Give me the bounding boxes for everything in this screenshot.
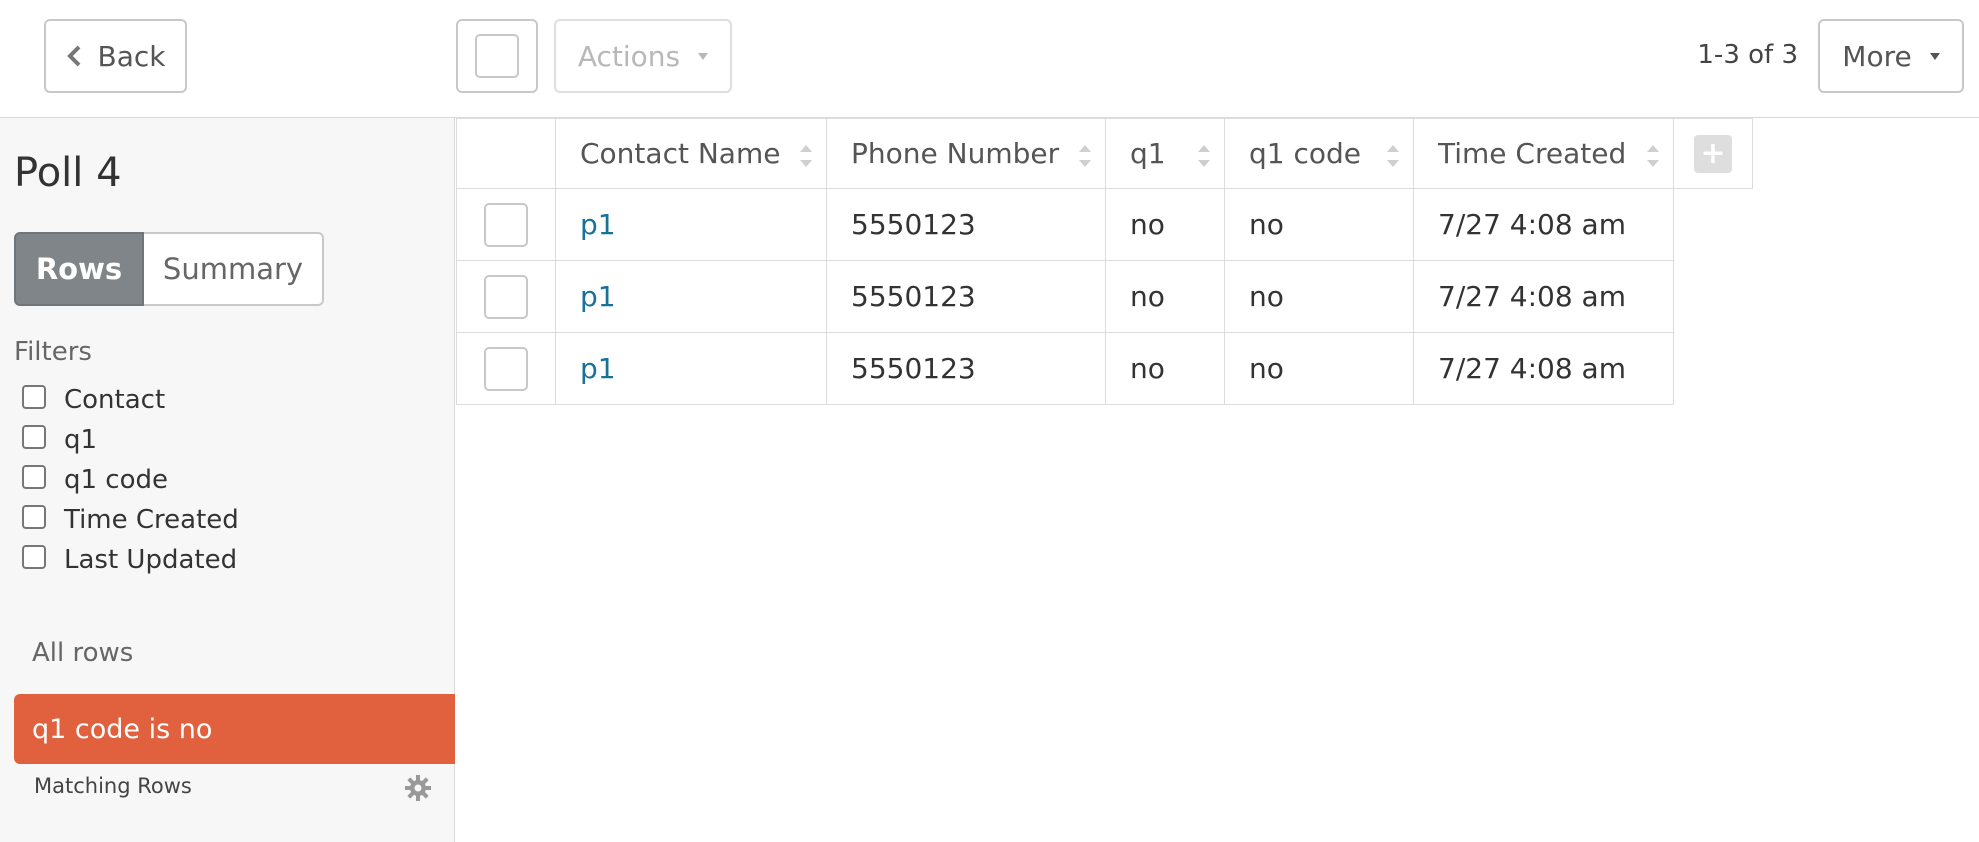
row-checkbox-cell bbox=[456, 332, 556, 405]
contact-link[interactable]: p1 bbox=[580, 280, 616, 313]
column-header-phone-number[interactable]: Phone Number bbox=[826, 118, 1106, 189]
tab-summary[interactable]: Summary bbox=[144, 232, 324, 306]
column-header-contact-name[interactable]: Contact Name bbox=[555, 118, 827, 189]
matching-rows-label: Matching Rows bbox=[34, 774, 192, 798]
caret-down-icon bbox=[1929, 52, 1940, 60]
row-checkbox[interactable] bbox=[484, 346, 528, 391]
cell-q1: no bbox=[1105, 260, 1225, 333]
cell-q1-code: no bbox=[1224, 260, 1414, 333]
contact-link[interactable]: p1 bbox=[580, 208, 616, 241]
cell-time-created: 7/27 4:08 am bbox=[1413, 188, 1674, 261]
cell-contact-name: p1 bbox=[555, 332, 827, 405]
filter-label: q1 code bbox=[64, 465, 169, 495]
sidebar: Poll 4 Rows Summary Filters Contact q1 q… bbox=[0, 118, 455, 842]
filter-checkbox[interactable] bbox=[22, 425, 46, 449]
filter-item-q1-code[interactable]: q1 code bbox=[22, 460, 239, 500]
empty-cell bbox=[1674, 333, 1753, 405]
chevron-left-icon bbox=[66, 45, 80, 67]
filter-label: Contact bbox=[64, 385, 166, 415]
cell-time-created: 7/27 4:08 am bbox=[1413, 332, 1674, 405]
filter-list: Contact q1 q1 code Time Created Last Upd… bbox=[22, 380, 239, 580]
header-checkbox-cell bbox=[456, 118, 556, 189]
cell-q1: no bbox=[1105, 188, 1225, 261]
sort-icon[interactable] bbox=[1077, 141, 1093, 171]
sort-icon[interactable] bbox=[1385, 141, 1401, 171]
view-toggle: Rows Summary bbox=[14, 232, 324, 306]
empty-cell bbox=[1674, 189, 1753, 261]
column-header-time-created[interactable]: Time Created bbox=[1413, 118, 1674, 189]
plus-icon[interactable]: + bbox=[1694, 134, 1732, 173]
column-header-label: Phone Number bbox=[851, 137, 1060, 170]
table-row: p1 5550123 no no 7/27 4:08 am bbox=[456, 260, 1753, 333]
cell-phone-number: 5550123 bbox=[826, 332, 1106, 405]
filter-label: q1 bbox=[64, 425, 98, 455]
column-header-label: Contact Name bbox=[580, 137, 781, 170]
filters-heading: Filters bbox=[14, 337, 92, 367]
back-label: Back bbox=[97, 39, 166, 73]
filter-item-time-created[interactable]: Time Created bbox=[22, 500, 239, 540]
data-table: Contact Name Phone Number q1 q1 code Tim… bbox=[456, 118, 1753, 405]
page-title: Poll 4 bbox=[14, 150, 122, 196]
column-header-label: Time Created bbox=[1438, 137, 1627, 170]
caret-down-icon bbox=[698, 52, 709, 60]
more-label: More bbox=[1842, 39, 1912, 73]
filter-checkbox[interactable] bbox=[22, 545, 46, 569]
sort-icon[interactable] bbox=[798, 141, 814, 171]
cell-contact-name: p1 bbox=[555, 188, 827, 261]
filter-label: Last Updated bbox=[64, 545, 238, 575]
sort-icon[interactable] bbox=[1645, 141, 1661, 171]
tab-rows[interactable]: Rows bbox=[14, 232, 144, 306]
column-header-q1-code[interactable]: q1 code bbox=[1224, 118, 1414, 189]
cell-time-created: 7/27 4:08 am bbox=[1413, 260, 1674, 333]
sort-icon[interactable] bbox=[1196, 141, 1212, 171]
cell-q1-code: no bbox=[1224, 188, 1414, 261]
actions-dropdown[interactable]: Actions bbox=[554, 19, 732, 93]
filter-checkbox[interactable] bbox=[22, 505, 46, 529]
back-button[interactable]: Back bbox=[44, 19, 187, 93]
column-header-q1[interactable]: q1 bbox=[1105, 118, 1225, 189]
top-toolbar: Back Actions 1-3 of 3 More bbox=[0, 0, 1979, 118]
filter-item-contact[interactable]: Contact bbox=[22, 380, 239, 420]
filter-item-last-updated[interactable]: Last Updated bbox=[22, 540, 239, 580]
active-filter-item[interactable]: q1 code is no bbox=[14, 694, 455, 764]
cell-phone-number: 5550123 bbox=[826, 260, 1106, 333]
pagination-count: 1-3 of 3 bbox=[1697, 40, 1798, 70]
table-row: p1 5550123 no no 7/27 4:08 am bbox=[456, 188, 1753, 261]
filter-label: Time Created bbox=[64, 505, 239, 535]
more-dropdown[interactable]: More bbox=[1818, 19, 1964, 93]
row-checkbox[interactable] bbox=[484, 202, 528, 247]
filter-checkbox[interactable] bbox=[22, 385, 46, 409]
cell-q1: no bbox=[1105, 332, 1225, 405]
data-table-wrapper: Contact Name Phone Number q1 q1 code Tim… bbox=[456, 118, 1753, 405]
table-row: p1 5550123 no no 7/27 4:08 am bbox=[456, 332, 1753, 405]
table-header-row: Contact Name Phone Number q1 q1 code Tim… bbox=[456, 118, 1753, 189]
filter-checkbox[interactable] bbox=[22, 465, 46, 489]
cell-q1-code: no bbox=[1224, 332, 1414, 405]
row-checkbox-cell bbox=[456, 260, 556, 333]
select-all-checkbox[interactable] bbox=[456, 19, 538, 93]
all-rows-link[interactable]: All rows bbox=[32, 638, 133, 668]
cell-phone-number: 5550123 bbox=[826, 188, 1106, 261]
column-header-label: q1 bbox=[1130, 137, 1166, 170]
cell-contact-name: p1 bbox=[555, 260, 827, 333]
contact-link[interactable]: p1 bbox=[580, 352, 616, 385]
filter-item-q1[interactable]: q1 bbox=[22, 420, 239, 460]
add-column-cell: + bbox=[1673, 118, 1753, 189]
gear-icon[interactable] bbox=[404, 774, 432, 802]
select-all-box bbox=[475, 34, 519, 78]
actions-label: Actions bbox=[577, 39, 681, 73]
row-checkbox-cell bbox=[456, 188, 556, 261]
empty-cell bbox=[1674, 261, 1753, 333]
row-checkbox[interactable] bbox=[484, 274, 528, 319]
column-header-label: q1 code bbox=[1249, 137, 1362, 170]
